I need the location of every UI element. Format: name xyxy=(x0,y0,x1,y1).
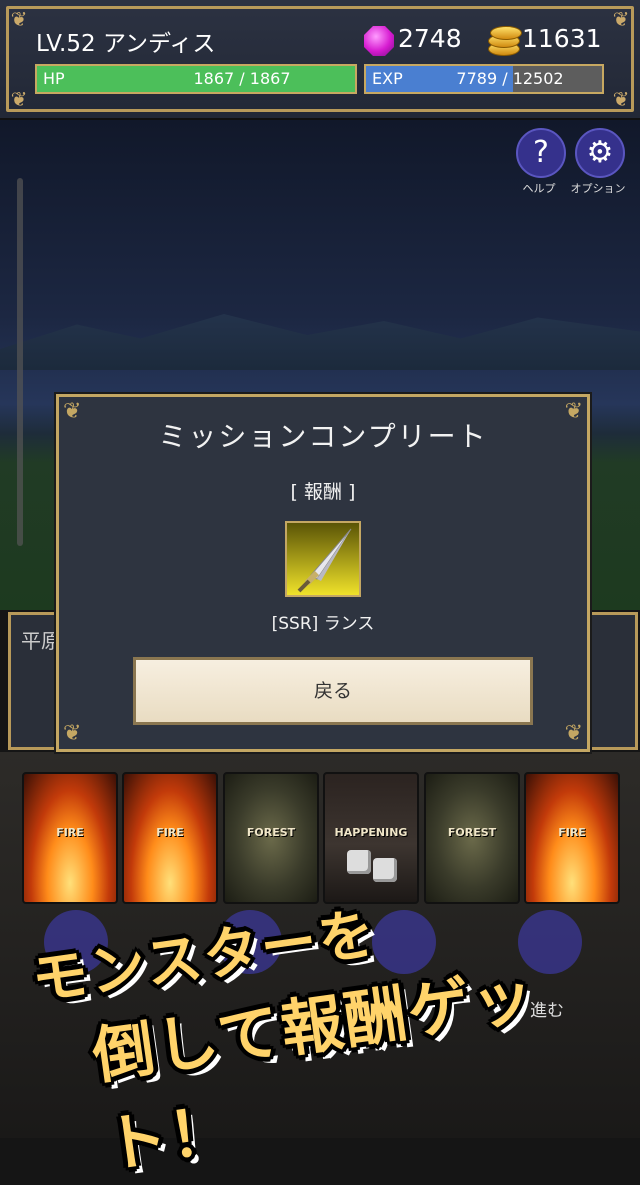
exp-bar: EXP 7789 / 12502 xyxy=(364,64,604,94)
ornament-corner-icon: ❦ xyxy=(612,87,630,111)
ornament-corner-icon: ❦ xyxy=(564,721,583,746)
ornament-corner-icon: ❦ xyxy=(612,7,630,31)
card-label: FOREST xyxy=(447,826,497,839)
hp-label: HP xyxy=(43,69,65,88)
ornament-corner-icon: ❦ xyxy=(63,721,82,746)
card-forest[interactable]: FOREST xyxy=(223,772,319,904)
back-button[interactable]: 戻る xyxy=(133,657,533,725)
options-button[interactable]: ⚙ xyxy=(575,128,625,178)
background-mountains xyxy=(0,314,640,370)
card-fire[interactable]: FIRE xyxy=(122,772,218,904)
card-label: FOREST xyxy=(246,826,296,839)
exp-label: EXP xyxy=(372,69,403,88)
card-label: FIRE xyxy=(56,826,84,839)
hp-bar: HP 1867 / 1867 xyxy=(35,64,357,94)
hp-value: 1867 / 1867 xyxy=(193,69,291,88)
reward-heading: [ 報酬 ] xyxy=(290,481,356,503)
question-icon: ? xyxy=(533,135,549,170)
card-label: HAPPENING xyxy=(334,826,408,839)
dice-icon xyxy=(373,858,397,882)
scrollbar[interactable] xyxy=(17,178,23,546)
dice-icon xyxy=(347,850,371,874)
ornament-corner-icon: ❦ xyxy=(10,7,28,31)
help-button[interactable]: ? xyxy=(516,128,566,178)
ornament-corner-icon: ❦ xyxy=(10,87,28,111)
status-frame xyxy=(6,6,634,112)
coin-icon xyxy=(486,24,522,58)
dialog-title: ミッションコンプリート xyxy=(158,420,488,453)
player-level-name: LV.52 アンディス xyxy=(36,31,216,57)
coin-count: 11631 xyxy=(522,24,602,53)
card-label: FIRE xyxy=(558,826,586,839)
lance-icon xyxy=(285,521,361,597)
mission-complete-dialog: ❦ ❦ ❦ ❦ ミッションコンプリート [ 報酬 ] [SSR] ランス 戻る xyxy=(56,394,590,752)
reward-item-name: [SSR] ランス xyxy=(271,614,375,634)
gem-count: 2748 xyxy=(398,24,462,53)
exp-value: 7789 / 12502 xyxy=(456,69,564,88)
card-happening[interactable]: HAPPENING xyxy=(323,772,419,904)
status-bar: ❦ ❦ ❦ ❦ LV.52 アンディス 2748 11631 HP 1867 /… xyxy=(0,0,640,120)
card-fire[interactable]: FIRE xyxy=(22,772,118,904)
gem-icon xyxy=(364,26,394,56)
options-label: オプション xyxy=(570,182,626,195)
location-text: 平原 xyxy=(21,629,61,653)
gear-icon: ⚙ xyxy=(586,135,614,170)
card-forest[interactable]: FOREST xyxy=(424,772,520,904)
card-label: FIRE xyxy=(156,826,184,839)
card-fire[interactable]: FIRE xyxy=(524,772,620,904)
